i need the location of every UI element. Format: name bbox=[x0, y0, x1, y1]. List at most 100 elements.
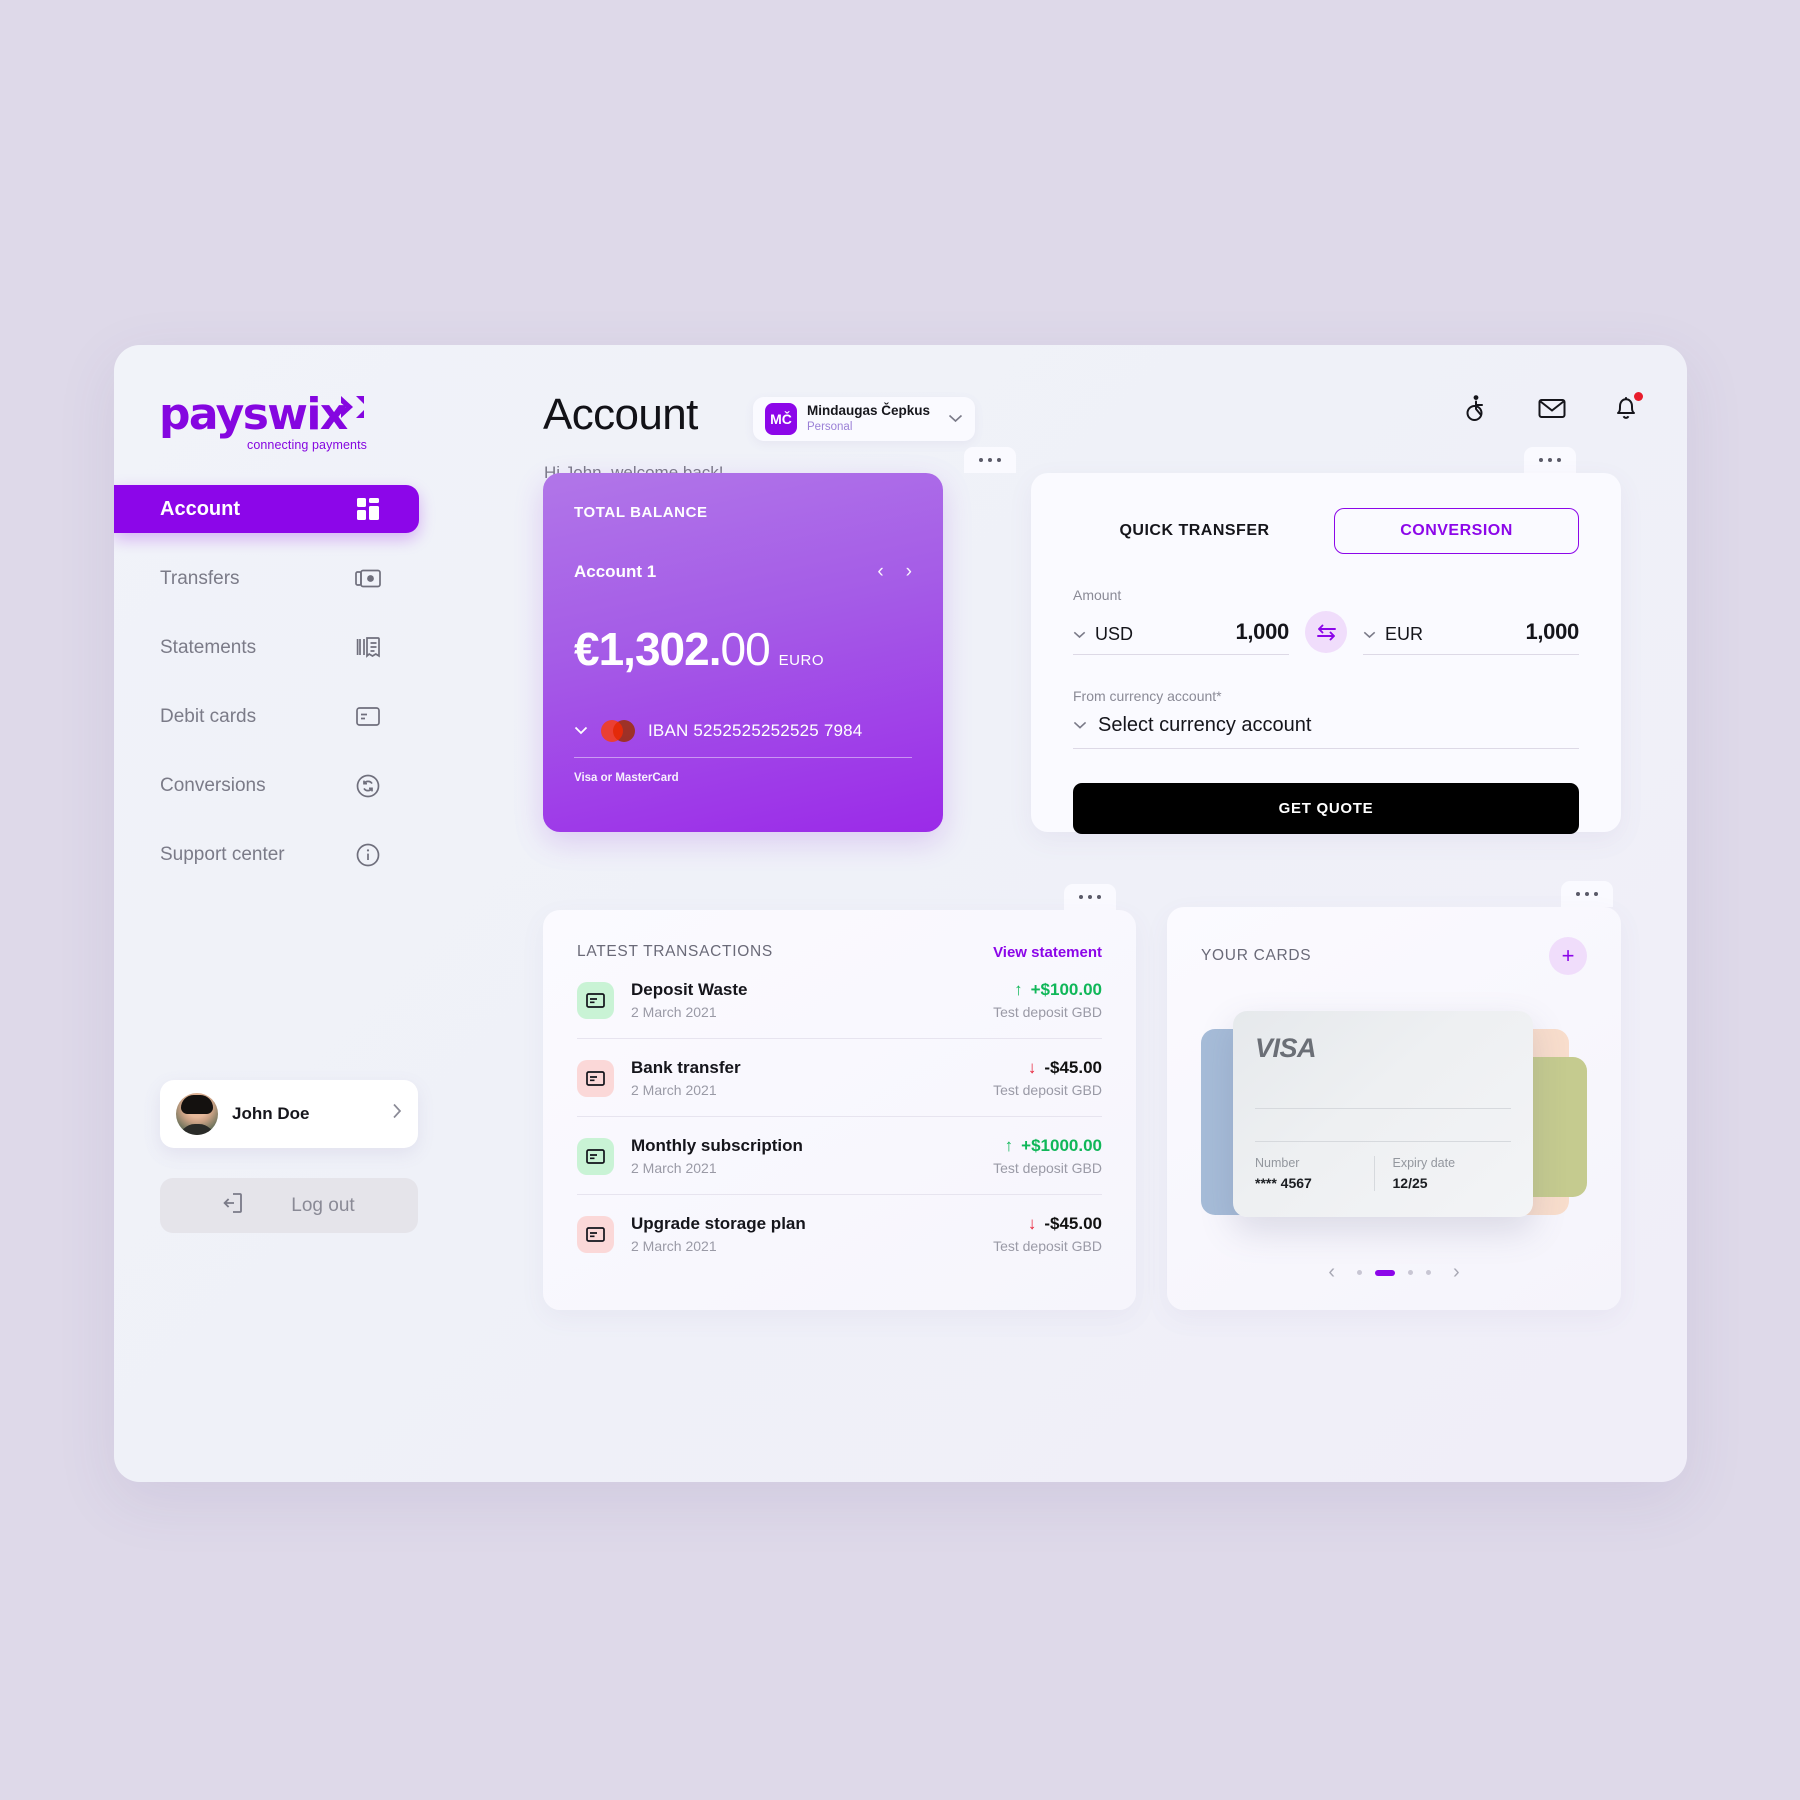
debit-card-front[interactable]: VISA Number **** 4567 Expiry date 12/25 bbox=[1233, 1011, 1533, 1217]
swap-horizontal-icon[interactable] bbox=[1305, 611, 1347, 653]
chevron-down-icon bbox=[948, 410, 963, 428]
sidebar-item-label: Debit cards bbox=[160, 705, 257, 727]
transaction-details: Bank transfer 2 March 2021 bbox=[631, 1058, 993, 1098]
from-amount-field[interactable]: USD 1,000 bbox=[1073, 618, 1289, 655]
transaction-amount-block: ↑ +$1000.00 Test deposit GBD bbox=[993, 1136, 1102, 1176]
transaction-amount-value: +$1000.00 bbox=[1021, 1136, 1102, 1155]
transaction-card-icon bbox=[577, 981, 614, 1019]
iban-row[interactable]: IBAN 5252525252525 7984 bbox=[574, 720, 912, 758]
transaction-date: 2 March 2021 bbox=[631, 1238, 717, 1254]
currency-account-select[interactable]: Select currency account bbox=[1073, 714, 1579, 749]
transfer-tabs: QUICK TRANSFER CONVERSION bbox=[1073, 508, 1579, 554]
sidebar-item-support-center[interactable]: Support center bbox=[114, 831, 419, 878]
sidebar-item-account[interactable]: Account bbox=[114, 485, 419, 533]
account-switcher-name: Mindaugas Čepkus bbox=[807, 403, 931, 419]
prev-account-button[interactable]: ‹ bbox=[877, 561, 883, 583]
carousel-dot-active[interactable] bbox=[1375, 1269, 1395, 1276]
transaction-card-icon bbox=[577, 1215, 614, 1253]
currency-account-value: Select currency account bbox=[1098, 714, 1312, 736]
add-card-button[interactable]: + bbox=[1549, 937, 1587, 975]
transaction-name: Bank transfer bbox=[631, 1058, 741, 1077]
sidebar-item-label: Support center bbox=[160, 843, 285, 865]
user-profile-card[interactable]: John Doe bbox=[160, 1080, 418, 1148]
transaction-details: Upgrade storage plan 2 March 2021 bbox=[631, 1214, 993, 1254]
accessibility-icon[interactable] bbox=[1463, 393, 1493, 423]
carousel-dot[interactable] bbox=[1426, 1270, 1431, 1275]
logout-icon bbox=[223, 1192, 247, 1219]
get-quote-button[interactable]: GET QUOTE bbox=[1073, 783, 1579, 834]
balance-card-menu-button[interactable] bbox=[964, 447, 1016, 473]
from-amount-value: 1,000 bbox=[1235, 618, 1289, 644]
screen: payswix connecting payments Account Tran… bbox=[0, 0, 1800, 1800]
main-content: Account Hi John, welcome back! MČ Mindau… bbox=[419, 345, 1687, 1482]
dot bbox=[997, 458, 1001, 462]
balance-card-label: TOTAL BALANCE bbox=[574, 504, 708, 521]
carousel-dots bbox=[1357, 1269, 1431, 1276]
to-amount-value: 1,000 bbox=[1525, 618, 1579, 644]
header-icons bbox=[1463, 392, 1643, 423]
logout-button[interactable]: Log out bbox=[160, 1178, 418, 1233]
sidebar-item-transfers[interactable]: Transfers bbox=[114, 555, 419, 602]
transaction-details: Deposit Waste 2 March 2021 bbox=[631, 980, 993, 1020]
sidebar-item-conversions[interactable]: Conversions bbox=[114, 762, 419, 809]
bell-icon[interactable] bbox=[1611, 392, 1643, 423]
transaction-amount: ↑ +$100.00 bbox=[993, 980, 1102, 1000]
to-currency-value: EUR bbox=[1385, 624, 1424, 644]
transaction-note: Test deposit GBD bbox=[993, 1160, 1102, 1176]
table-row[interactable]: Upgrade storage plan 2 March 2021 ↓ -$45… bbox=[577, 1195, 1102, 1272]
table-row[interactable]: Deposit Waste 2 March 2021 ↑ +$100.00 Te… bbox=[577, 961, 1102, 1039]
currency-exchange-icon bbox=[354, 772, 382, 800]
brand-logo-text: payswix bbox=[159, 389, 348, 440]
sidebar-nav: Account Transfers Statements Debit cards… bbox=[114, 485, 419, 900]
latest-transactions-panel: LATEST TRANSACTIONS View statement Depos… bbox=[543, 910, 1136, 1310]
info-icon bbox=[354, 841, 382, 869]
transaction-note: Test deposit GBD bbox=[993, 1004, 1102, 1020]
cards-panel-menu-button[interactable] bbox=[1561, 881, 1613, 907]
arrow-up-icon: ↑ bbox=[1014, 980, 1023, 999]
carousel-dot[interactable] bbox=[1357, 1270, 1362, 1275]
transactions-menu-button[interactable] bbox=[1064, 884, 1116, 910]
tab-conversion[interactable]: CONVERSION bbox=[1334, 508, 1579, 554]
account-switcher-text: Mindaugas Čepkus Personal bbox=[807, 403, 948, 434]
from-currency-account-label: From currency account* bbox=[1073, 688, 1222, 704]
transaction-amount: ↓ -$45.00 bbox=[993, 1214, 1102, 1234]
balance-account-nav: ‹ › bbox=[877, 561, 912, 583]
sidebar-item-debit-cards[interactable]: Debit cards bbox=[114, 693, 419, 740]
tab-quick-transfer[interactable]: QUICK TRANSFER bbox=[1073, 522, 1316, 540]
transfer-panel-menu-button[interactable] bbox=[1524, 447, 1576, 473]
view-statement-link[interactable]: View statement bbox=[993, 944, 1102, 961]
transaction-note: Test deposit GBD bbox=[993, 1238, 1102, 1254]
card-icon bbox=[354, 703, 382, 731]
dot bbox=[1548, 458, 1552, 462]
sidebar-item-label: Conversions bbox=[160, 774, 266, 796]
sidebar-item-statements[interactable]: Statements bbox=[114, 624, 419, 671]
card-number-label: Number bbox=[1255, 1156, 1300, 1170]
transaction-date: 2 March 2021 bbox=[631, 1082, 717, 1098]
cards-title: YOUR CARDS bbox=[1201, 947, 1312, 964]
user-name: John Doe bbox=[232, 1104, 310, 1123]
carousel-prev-button[interactable]: ‹ bbox=[1328, 1261, 1335, 1284]
grid-icon bbox=[354, 495, 382, 523]
to-currency-select[interactable]: EUR bbox=[1363, 624, 1423, 645]
iban-value: IBAN 5252525252525 7984 bbox=[648, 721, 863, 740]
card-expiry-field: Expiry date 12/25 bbox=[1373, 1156, 1512, 1191]
mastercard-icon bbox=[601, 720, 635, 742]
carousel-next-button[interactable]: › bbox=[1453, 1261, 1460, 1284]
next-account-button[interactable]: › bbox=[906, 561, 912, 583]
balance-account-row: Account 1 ‹ › bbox=[574, 561, 912, 583]
table-row[interactable]: Bank transfer 2 March 2021 ↓ -$45.00 Tes… bbox=[577, 1039, 1102, 1117]
carousel-dot[interactable] bbox=[1408, 1270, 1413, 1275]
to-amount-field[interactable]: EUR 1,000 bbox=[1363, 618, 1579, 655]
chevron-down-icon bbox=[1363, 631, 1376, 638]
chevron-down-icon bbox=[1073, 631, 1086, 638]
mail-icon[interactable] bbox=[1537, 393, 1567, 423]
cards-header: YOUR CARDS + bbox=[1201, 937, 1587, 975]
account-switcher-type: Personal bbox=[807, 421, 853, 434]
card-expiry-label: Expiry date bbox=[1392, 1156, 1456, 1170]
from-currency-select[interactable]: USD bbox=[1073, 624, 1133, 645]
transactions-title: LATEST TRANSACTIONS bbox=[577, 943, 773, 960]
account-switcher[interactable]: MČ Mindaugas Čepkus Personal bbox=[753, 397, 975, 441]
arrow-down-icon: ↓ bbox=[1027, 1214, 1037, 1233]
table-row[interactable]: Monthly subscription 2 March 2021 ↑ +$10… bbox=[577, 1117, 1102, 1195]
balance-amount-main: €1,302. bbox=[574, 623, 721, 675]
